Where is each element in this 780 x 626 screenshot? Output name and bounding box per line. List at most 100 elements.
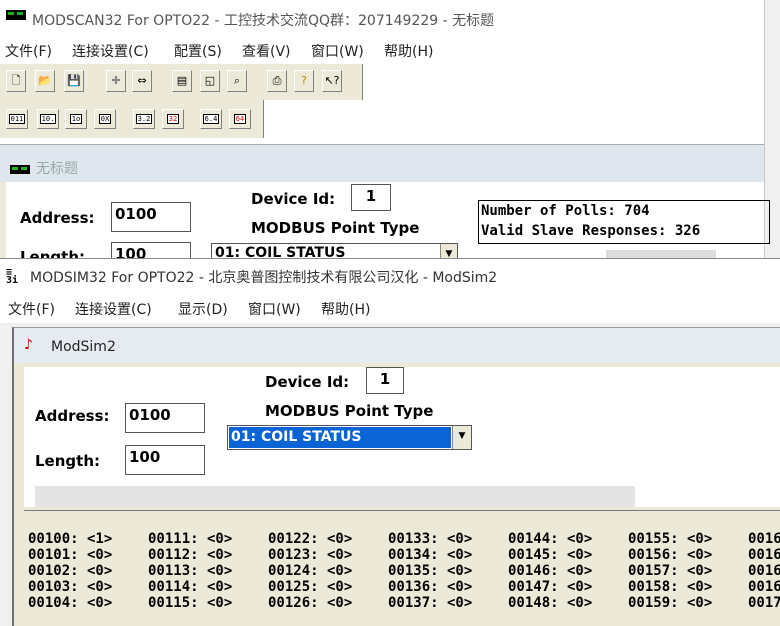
coil-value[interactable]: 00148: <0> [508, 595, 592, 611]
modscan-toolbar-format: 011 10. 1o 0X 3.2 32 6.4 64 [0, 100, 264, 138]
point-type-select[interactable]: 01: COIL STATUS ▼ [211, 243, 458, 258]
modscan-menubar: 文件(F) 连接设置(C) 配置(S) 查看(V) 窗口(W) 帮助(H) [0, 38, 780, 62]
coil-value[interactable]: 0016 [748, 579, 780, 595]
coil-value[interactable]: 00155: <0> [628, 531, 712, 547]
display-icon[interactable]: ▤ [172, 70, 192, 92]
menu-file[interactable]: 文件(F) [8, 299, 55, 319]
coil-value[interactable]: 00133: <0> [388, 531, 472, 547]
menu-help[interactable]: 帮助(H) [321, 299, 370, 319]
format-float-swap-button[interactable]: 32 [162, 109, 184, 129]
coil-value[interactable]: 00124: <0> [268, 563, 352, 579]
connect-icon[interactable]: ✚ [106, 70, 126, 92]
coil-value[interactable]: 00157: <0> [628, 563, 712, 579]
modscan-title-bar[interactable]: MODSCAN32 For OPTO22 - 工控技术交流QQ群：2071492… [0, 0, 780, 38]
new-icon[interactable]: 🗋 [6, 70, 26, 92]
chart-icon[interactable]: ◱ [200, 70, 220, 92]
device-id-field[interactable]: 1 [366, 367, 404, 394]
coil-value[interactable]: 00111: <0> [148, 531, 232, 547]
format-int-button[interactable]: 1o [65, 109, 87, 129]
coil-value[interactable]: 00146: <0> [508, 563, 592, 579]
modscan-title: MODSCAN32 For OPTO22 - 工控技术交流QQ群：2071492… [32, 13, 495, 29]
coil-value[interactable]: 00147: <0> [508, 579, 592, 595]
coil-value[interactable]: 00137: <0> [388, 595, 472, 611]
length-field[interactable]: 100 [125, 445, 205, 475]
coil-value[interactable]: 00123: <0> [268, 547, 352, 563]
modscan-status-bar [606, 250, 716, 258]
coil-value[interactable]: 0016 [748, 547, 780, 563]
coil-value[interactable]: 00144: <0> [508, 531, 592, 547]
modscan-child-window: 无标题 Device Id: 1 Address: 0100 MODBUS Po… [0, 144, 770, 258]
device-id-field[interactable]: 1 [351, 184, 391, 211]
device-id-label: Device Id: [251, 190, 336, 208]
coil-value[interactable]: 00104: <0> [28, 595, 112, 611]
context-help-icon[interactable]: ↖? [322, 70, 342, 92]
format-binary-button[interactable]: 011 [6, 109, 28, 129]
coil-column-5: 00155: <0> 00156: <0> 00157: <0> 00158: … [628, 531, 712, 611]
length-field[interactable]: 100 [111, 242, 191, 258]
coil-value[interactable]: 00136: <0> [388, 579, 472, 595]
menu-setup[interactable]: 配置(S) [174, 41, 222, 61]
menu-display[interactable]: 显示(D) [178, 299, 228, 319]
coil-value[interactable]: 00100: <1> [28, 531, 112, 547]
coil-value[interactable]: 00156: <0> [628, 547, 712, 563]
menu-window[interactable]: 窗口(W) [248, 299, 301, 319]
menu-view[interactable]: 查看(V) [242, 41, 291, 61]
chevron-down-icon[interactable]: ▼ [440, 244, 457, 258]
disconnect-icon[interactable]: ⇔ [132, 70, 152, 92]
menu-file[interactable]: 文件(F) [5, 41, 52, 61]
format-decimal-button[interactable]: 10. [37, 109, 59, 129]
modsim-title-bar[interactable]: ≡ 3i MODSIM32 For OPTO22 - 北京奥普图控制技术有限公司汉… [0, 259, 780, 293]
modscan-toolbar-main: 🗋 📂 💾 ✚ ⇔ ▤ ◱ ⌕ ⎙ ? ↖? [0, 64, 363, 100]
save-icon[interactable]: 💾 [64, 70, 84, 92]
point-type-label: MODBUS Point Type [265, 402, 434, 420]
coil-value[interactable]: 00158: <0> [628, 579, 712, 595]
point-type-select[interactable]: 01: COIL STATUS ▼ [227, 425, 472, 450]
modsim-app-icon: ≡ 3i [6, 267, 19, 286]
modsim-child-icon: ♪ [24, 337, 33, 353]
modscan-child-title-bar[interactable]: 无标题 [0, 145, 764, 182]
chevron-down-icon[interactable]: ▼ [452, 426, 471, 449]
open-icon[interactable]: 📂 [35, 70, 55, 92]
length-label: Length: [20, 248, 85, 258]
menu-connection[interactable]: 连接设置(C) [75, 299, 152, 319]
modsim-child-title-bar[interactable]: ♪ ModSim2 [14, 328, 780, 363]
address-field[interactable]: 0100 [125, 403, 205, 433]
modsim-mdi-area: ♪ ModSim2 Device Id: 1 Address: 0100 MOD… [0, 323, 780, 626]
coil-value[interactable]: 00122: <0> [268, 531, 352, 547]
coil-value[interactable]: 00134: <0> [388, 547, 472, 563]
coil-column-4: 00144: <0> 00145: <0> 00146: <0> 00147: … [508, 531, 592, 611]
menu-help[interactable]: 帮助(H) [384, 41, 433, 61]
menu-window[interactable]: 窗口(W) [311, 41, 364, 61]
print-icon[interactable]: ⎙ [267, 70, 287, 92]
coil-value[interactable]: 00114: <0> [148, 579, 232, 595]
help-icon[interactable]: ? [294, 70, 314, 92]
format-double-swap-button[interactable]: 64 [229, 109, 251, 129]
modsim-title: MODSIM32 For OPTO22 - 北京奥普图控制技术有限公司汉化 - … [30, 270, 498, 286]
modsim-form: Device Id: 1 Address: 0100 MODBUS Point … [24, 367, 780, 507]
coil-value[interactable]: 00115: <0> [148, 595, 232, 611]
coil-value[interactable]: 00135: <0> [388, 563, 472, 579]
coil-value[interactable]: 0016 [748, 531, 780, 547]
coil-column-1: 00111: <0> 00112: <0> 00113: <0> 00114: … [148, 531, 232, 611]
preview-icon[interactable]: ⌕ [227, 70, 247, 92]
modsim-child-window: ♪ ModSim2 Device Id: 1 Address: 0100 MOD… [12, 327, 780, 626]
coil-value[interactable]: 00145: <0> [508, 547, 592, 563]
coil-value[interactable]: 00112: <0> [148, 547, 232, 563]
coil-value[interactable]: 00102: <0> [28, 563, 112, 579]
coil-value[interactable]: 00159: <0> [628, 595, 712, 611]
coil-value[interactable]: 00103: <0> [28, 579, 112, 595]
coil-value[interactable]: 00125: <0> [268, 579, 352, 595]
format-float-button[interactable]: 3.2 [133, 109, 155, 129]
coil-value[interactable]: 00101: <0> [28, 547, 112, 563]
menu-connection[interactable]: 连接设置(C) [72, 41, 149, 61]
coil-value[interactable]: 00113: <0> [148, 563, 232, 579]
format-double-button[interactable]: 6.4 [200, 109, 222, 129]
coil-value[interactable]: 0016 [748, 563, 780, 579]
coil-value[interactable]: 0017 [748, 595, 780, 611]
coil-column-3: 00133: <0> 00134: <0> 00135: <0> 00136: … [388, 531, 472, 611]
format-hex-button[interactable]: 0X [94, 109, 116, 129]
address-field[interactable]: 0100 [111, 202, 191, 232]
coil-column-6: 0016 0016 0016 0016 0017 [748, 531, 780, 611]
modscan-child-title: 无标题 [36, 161, 78, 177]
coil-value[interactable]: 00126: <0> [268, 595, 352, 611]
